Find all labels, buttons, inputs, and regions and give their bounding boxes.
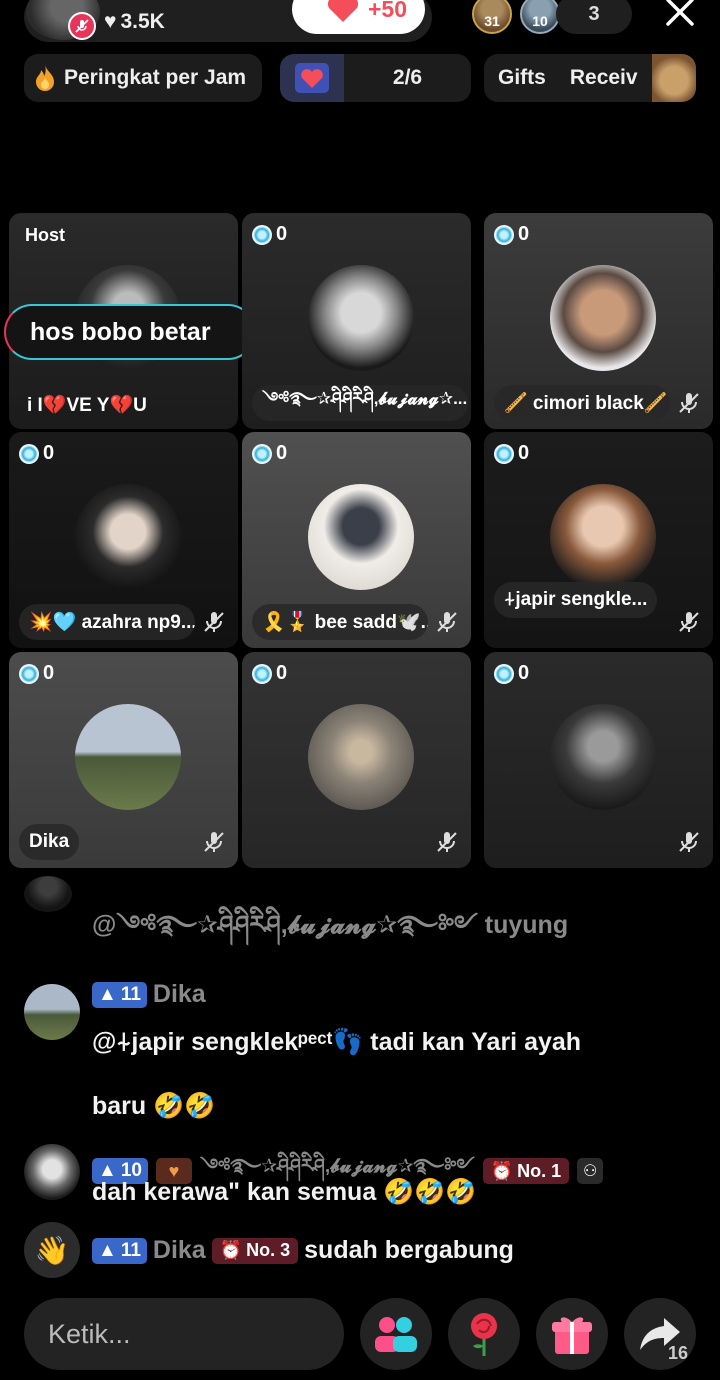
avatar [308,484,414,590]
rank-badge: ⏰ No. 3 [211,1237,299,1264]
join-text: sudah bergabung [304,1236,514,1264]
lion-gift-icon [652,54,696,102]
gift-button[interactable] [536,1298,608,1370]
chat-username[interactable]: Dika [153,980,206,1009]
seat[interactable]: 0 ⍭japir sengkle... [484,432,713,648]
level-badge: ▲ 11 [92,981,147,1008]
seat-gem-count: 0 [252,223,287,246]
seat-name: 💥🩵 azahra np9... [19,604,195,640]
avatar[interactable] [24,876,72,912]
seat[interactable]: 0 [484,652,713,868]
heart-icon [327,0,359,22]
seat-gem-count: 0 [252,662,287,685]
seat-name: 🪈 cimori black🪈 [494,385,670,421]
chat-text: @⍭japir sengklekᵖᵉᶜᵗ👣 tadi kan Yari ayah [92,1028,582,1056]
seat-gem-count: 0 [19,662,54,685]
seat[interactable]: 0 [242,652,471,868]
goal-progress-chip[interactable]: 2/6 [280,54,471,102]
seat-name: i I💔VE Y💔U [27,395,147,416]
viewer-avatar[interactable]: 10 [520,0,560,34]
seat[interactable]: 0 ༺࿐✰ཤིཤིརིཤི,𝓫𝓾𝓳𝓪𝓷𝓰✰... [242,213,471,429]
gem-icon [252,443,272,464]
goal-icon [280,54,344,102]
avatar [550,484,656,590]
viewer-avatar[interactable]: 31 [472,0,512,34]
avatar [75,704,181,810]
seat-gem-count: 0 [19,442,54,465]
share-count: 16 [667,1343,688,1363]
mic-muted-icon [68,12,96,40]
mic-muted-icon [204,612,224,632]
gem-icon [494,224,514,245]
like-button[interactable]: +50 [292,0,425,34]
chat-text: baru 🤣🤣 [92,1092,216,1120]
gem-icon [19,443,39,464]
gift-icon [552,1317,592,1354]
mic-muted-icon [679,612,699,632]
avatar [550,265,656,371]
share-button[interactable]: 16 [624,1298,696,1370]
received-label: Receiv [569,66,638,89]
close-button[interactable] [662,0,698,30]
rank-badge: ⏰ No. 1 [482,1158,570,1184]
avatar [75,484,181,590]
level-icon: ▲ [98,983,117,1005]
seat-name: ༺࿐✰ཤིཤིརིཤི,𝓫𝓾𝓳𝓪𝓷𝓰✰... [252,385,468,421]
top-bar: ♥ 3.5K +50 31 10 3 [0,0,720,50]
clock-icon: ⏰ [219,1240,243,1260]
mic-muted-icon [679,393,699,413]
seat-gem-count: 0 [494,223,529,246]
comment-input[interactable]: Ketik... [24,1298,344,1370]
follow-icon: ⚇ [577,1158,604,1184]
gem-icon [19,663,39,684]
avatar [308,265,414,371]
chat-text: @༺࿐✰ཤིཤིརིཤི,𝓫𝓾𝓳𝓪𝓷𝓰✰࿐༻ tuyung [92,911,569,939]
gifts-received-chip[interactable]: Gifts Receiv [484,54,696,102]
seat[interactable]: 0 🎗️🎖️ bee sadd🕊️... [242,432,471,648]
avatar[interactable] [24,984,80,1040]
gem-icon [494,663,514,684]
mic-muted-icon [679,832,699,852]
like-increment: +50 [367,0,407,22]
host-speech-bubble: hos bobo betar [4,304,256,360]
mic-muted-icon [437,612,457,632]
mic-muted-icon [204,832,224,852]
gem-icon [494,443,514,464]
likes-count: ♥ 3.5K [104,10,165,33]
seat-name: ⍭japir sengkle... [494,582,658,618]
chat-text: dah kerawa" kan semua 🤣🤣🤣 [92,1178,477,1206]
mic-muted-icon [437,832,457,852]
heart-icon: ♥ [104,10,117,33]
level-icon: ▲ [98,1239,117,1261]
avatar [308,704,414,810]
seat[interactable]: 0 💥🩵 azahra np9... [9,432,238,648]
viewer-count[interactable]: 3 [556,0,632,34]
gifts-label: Gifts [498,66,546,89]
host-label: Host [25,225,65,245]
avatar[interactable] [24,1144,80,1200]
guests-icon [375,1317,417,1352]
seat[interactable]: 0 🪈 cimori black🪈 [484,213,713,429]
hourly-ranking-chip[interactable]: Peringkat per Jam [24,54,262,102]
goal-progress-text: 2/6 [392,66,423,89]
fire-icon [36,65,54,91]
seat-gem-count: 0 [494,442,529,465]
seat[interactable]: 0 Dika [9,652,238,868]
seat-name: Dika [19,824,80,860]
seat-gem-count: 0 [494,662,529,685]
wave-icon: 👋 [24,1222,80,1278]
rose-gift-button[interactable] [448,1298,520,1370]
close-icon [666,0,694,26]
seat-gem-count: 0 [252,442,287,465]
level-badge: ▲ 11 [92,1237,147,1264]
avatar [550,704,656,810]
guests-button[interactable] [360,1298,432,1370]
seat-name: 🎗️🎖️ bee sadd🕊️... [252,604,428,640]
gem-icon [252,663,272,684]
chat-username[interactable]: Dika [153,1236,206,1265]
clock-icon: ⏰ [490,1160,514,1181]
rose-icon [471,1313,497,1356]
gem-icon [252,224,272,245]
